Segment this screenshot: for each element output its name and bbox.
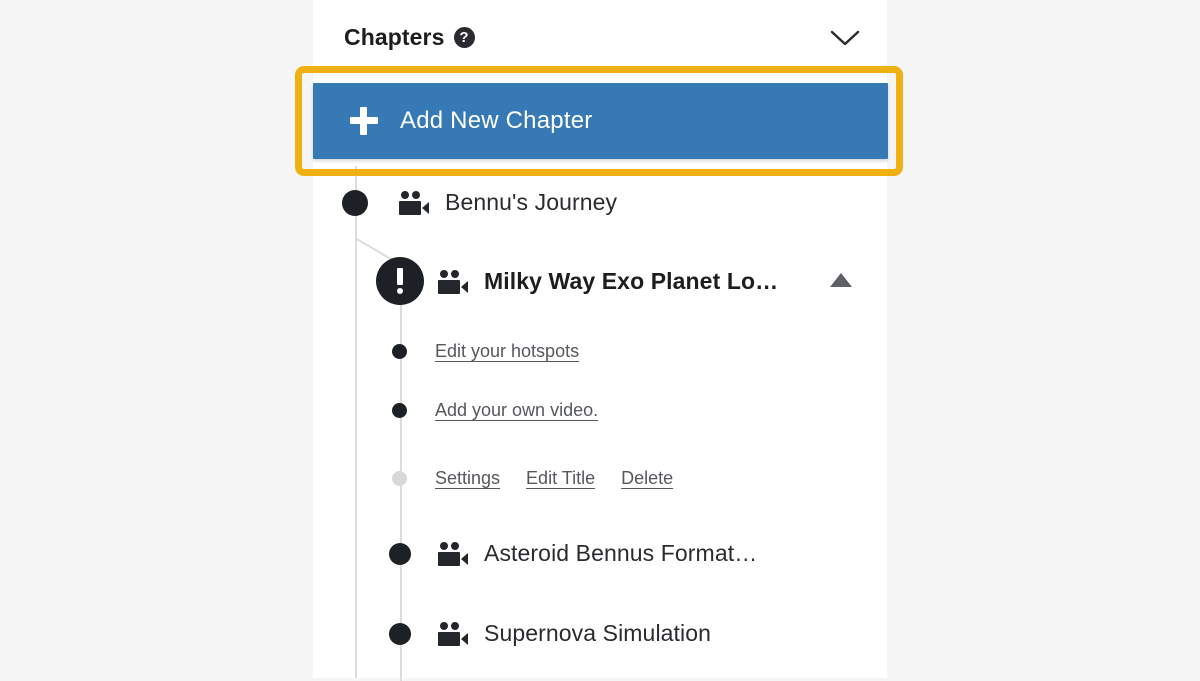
chapter-alert-icon[interactable] [376, 257, 424, 305]
delete-link[interactable]: Delete [621, 468, 673, 489]
chapter-title: Supernova Simulation [484, 620, 712, 646]
chapter-subitem-row[interactable]: Edit your hotspots [392, 341, 579, 362]
chapters-panel: Chapters ? Add New Chapter Bennu's Journ… [295, 0, 903, 681]
tree-bullet [342, 189, 368, 216]
chapter-row-active[interactable]: Milky Way Exo Planet Lo… [438, 268, 778, 295]
chapter-actions-links: Settings Edit Title Delete [435, 468, 673, 489]
chapter-title: Bennu's Journey [445, 189, 618, 215]
chapter-row[interactable]: Asteroid Bennus Format… [389, 540, 757, 567]
video-camera-icon [438, 621, 468, 646]
add-new-chapter-label: Add New Chapter [400, 107, 593, 134]
edit-hotspots-link[interactable]: Edit your hotspots [435, 341, 579, 362]
video-camera-icon [399, 190, 429, 215]
chapter-subitem-row[interactable]: Add your own video. [392, 400, 598, 421]
tree-bullet [389, 542, 411, 565]
chapters-header: Chapters ? [313, 0, 887, 66]
chapters-tree: Bennu's Journey Milky Way Exo Planet Lo…… [313, 166, 887, 681]
add-new-chapter-button[interactable]: Add New Chapter [313, 83, 888, 159]
settings-link[interactable]: Settings [435, 468, 500, 489]
video-camera-icon [438, 541, 468, 566]
add-own-video-link[interactable]: Add your own video. [435, 400, 598, 421]
chapters-title-group: Chapters ? [344, 24, 475, 51]
triangle-up-icon[interactable] [830, 273, 852, 287]
video-camera-icon [438, 269, 468, 294]
chapter-title-active: Milky Way Exo Planet Lo… [484, 268, 779, 294]
tree-bullet-small [392, 403, 407, 418]
chapter-row[interactable]: Supernova Simulation [389, 620, 711, 647]
tree-bullet-small [392, 344, 407, 359]
edit-title-link[interactable]: Edit Title [526, 468, 595, 489]
tree-bullet [389, 622, 411, 645]
chapter-row[interactable]: Bennu's Journey [342, 189, 617, 216]
chapter-actions-row: Settings Edit Title Delete [392, 468, 673, 489]
page-title: Chapters [344, 24, 445, 50]
tree-bullet-inactive [392, 471, 407, 486]
plus-icon [350, 107, 378, 135]
chapter-title: Asteroid Bennus Format… [484, 540, 758, 566]
chevron-down-icon[interactable] [827, 26, 863, 50]
help-question-icon[interactable]: ? [453, 27, 475, 48]
